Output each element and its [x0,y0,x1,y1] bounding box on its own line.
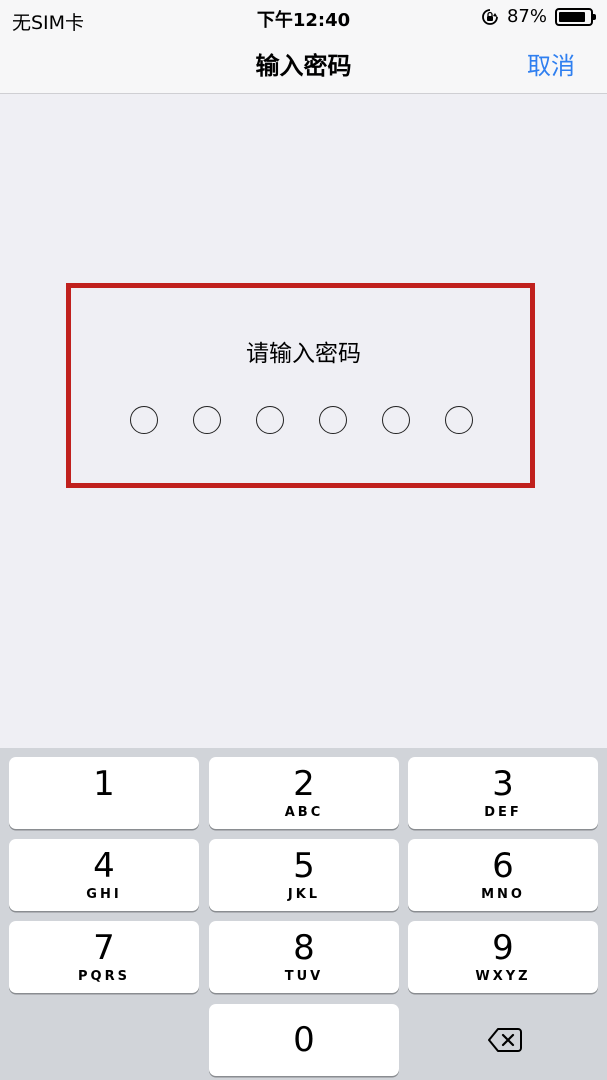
key-letters: GHI [86,887,122,902]
key-7[interactable]: 7 PQRS [9,921,199,993]
highlight-annotation [66,283,535,488]
battery-icon [555,7,596,26]
key-0[interactable]: 0 [209,1004,399,1076]
key-letters: DEF [484,805,522,820]
key-4[interactable]: 4 GHI [9,839,199,911]
delete-button[interactable] [408,1004,598,1076]
battery-fill [559,11,586,22]
status-right: 87% [481,6,596,27]
key-letters: ABC [284,805,324,820]
key-6[interactable]: 6 MNO [408,839,598,911]
passcode-dot [130,406,158,434]
key-letters: PQRS [78,969,130,984]
passcode-dot [382,406,410,434]
status-bar: 无SIM卡 下午12:40 87% [0,0,607,36]
passcode-dot [193,406,221,434]
key-letters: WXYZ [475,969,531,984]
key-9[interactable]: 9 WXYZ [408,921,598,993]
passcode-dot [319,406,347,434]
key-3[interactable]: 3 DEF [408,757,598,829]
nav-bar: 输入密码 取消 [0,36,607,94]
key-digit: 6 [492,846,514,886]
key-letters: TUV [284,969,324,984]
key-digit: 5 [293,846,315,886]
key-digit: 8 [293,928,315,968]
key-letters: MNO [481,887,525,902]
passcode-prompt: 请输入密码 [246,341,361,367]
page-title: 输入密码 [255,52,352,80]
key-digit: 7 [93,928,115,968]
passcode-dots [130,406,473,434]
key-digit: 3 [492,764,514,804]
key-digit: 4 [93,846,115,886]
key-8[interactable]: 8 TUV [209,921,399,993]
passcode-dot [256,406,284,434]
key-2[interactable]: 2 ABC [209,757,399,829]
key-5[interactable]: 5 JKL [209,839,399,911]
key-1[interactable]: 1 [9,757,199,829]
battery-percent: 87% [506,6,547,27]
key-letters: JKL [287,887,321,902]
numeric-keypad: 1 2 ABC 3 DEF 4 GHI 5 JKL 6 MNO 7 PQRS 8 TUV 9 WXYZ 0 [0,748,607,1080]
key-digit: 2 [293,764,315,804]
rotation-lock-icon [482,8,498,25]
key-digit: 9 [492,928,514,968]
key-digit: 1 [93,764,115,804]
delete-backspace-icon [488,1028,522,1052]
cancel-button[interactable]: 取消 [527,46,575,81]
passcode-dot [445,406,473,434]
key-digit: 0 [293,1020,315,1060]
